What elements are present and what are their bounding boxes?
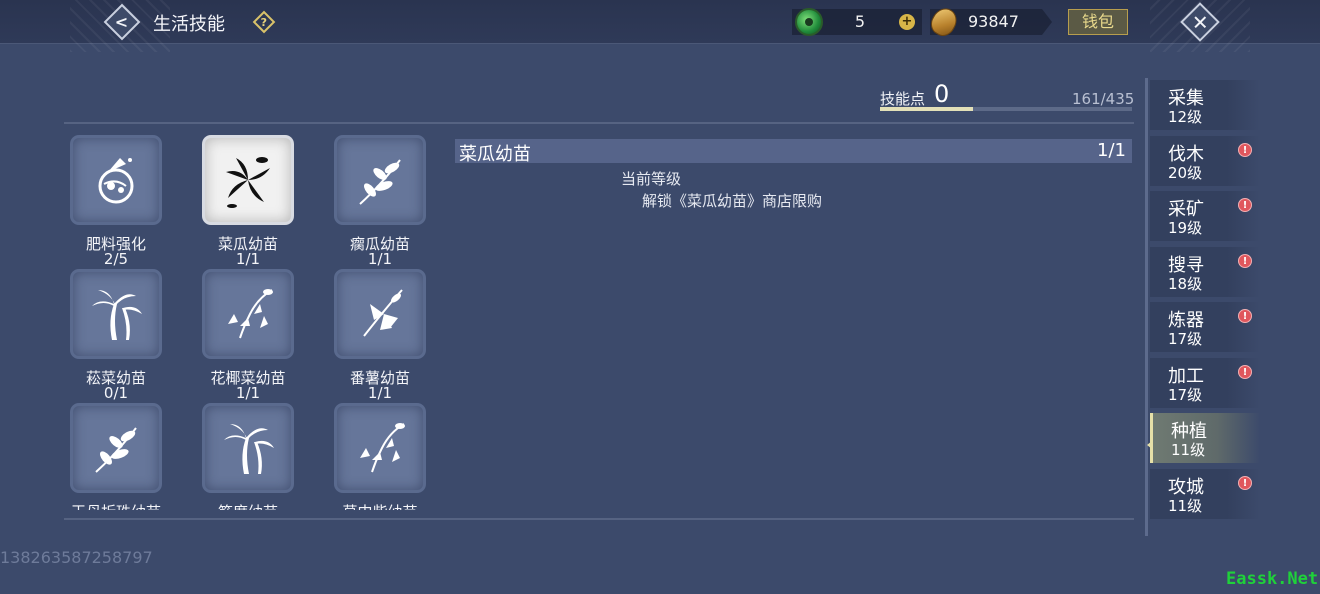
tab-7[interactable]: 攻城 11级!: [1150, 468, 1260, 519]
tab-level: 11级: [1171, 441, 1206, 459]
skill-cell[interactable]: 筋度幼苗: [196, 398, 300, 510]
skill-detail-header: 菜瓜幼苗 1/1: [455, 139, 1132, 165]
palm-tree-icon: [73, 272, 159, 356]
question-mark-icon: ?: [252, 10, 276, 34]
tab-level: 19级: [1168, 219, 1203, 237]
alert-icon: !: [1238, 475, 1252, 490]
current-level-description: 解锁《菜瓜幼苗》商店限购: [642, 192, 823, 210]
tab-4[interactable]: 炼器 17级!: [1150, 302, 1260, 352]
close-icon: ✕: [1180, 2, 1220, 42]
help-button[interactable]: ?: [252, 10, 276, 34]
tab-0[interactable]: 采集 12级: [1150, 80, 1260, 130]
palm-tree-icon: [205, 406, 291, 490]
tab-level: 17级: [1168, 330, 1203, 348]
tab-level: 12级: [1168, 108, 1203, 126]
leafy-branch-icon: [73, 406, 159, 490]
tab-level: 20级: [1168, 163, 1203, 182]
tab-1[interactable]: 伐木 20级!: [1150, 135, 1260, 186]
current-level-label: 当前等级: [621, 170, 682, 188]
skill-cell[interactable]: 肥料强化 2/5: [64, 130, 168, 268]
skill-cell[interactable]: 花椰菜幼苗 1/1: [196, 264, 300, 402]
skill-points-progress-bar: [880, 107, 1132, 111]
black-flower-icon: [205, 138, 291, 222]
page-title: 生活技能: [153, 14, 225, 35]
alert-icon: !: [1238, 198, 1252, 212]
skill-name: 筋度幼苗: [196, 501, 300, 510]
hanging-flowers-icon: [205, 272, 291, 356]
skill-cell[interactable]: 王母折珠幼苗: [64, 398, 168, 510]
divider-bottom: [64, 518, 1134, 520]
alert-icon: !: [1238, 309, 1252, 323]
alert-icon: !: [1238, 364, 1252, 379]
tab-level: 11级: [1168, 496, 1203, 515]
alert-icon: !: [1238, 253, 1252, 268]
skill-points-progress-text: 161/435: [1072, 90, 1135, 108]
add-currency-icon[interactable]: +: [899, 14, 915, 30]
tab-level: 18级: [1168, 274, 1203, 293]
tabs-rail: [1145, 78, 1148, 536]
wallet-button[interactable]: 钱包: [1068, 9, 1128, 35]
skill-cell[interactable]: 草中柴幼苗: [328, 398, 432, 510]
tab-level: 17级: [1168, 385, 1203, 404]
skill-detail-name: 菜瓜幼苗: [459, 144, 531, 165]
back-arrow-icon: <: [103, 3, 141, 41]
tab-5[interactable]: 加工 17级!: [1150, 357, 1260, 408]
skill-name: 草中柴幼苗: [328, 501, 432, 510]
skill-points-label: 技能点: [880, 90, 926, 108]
skill-cell[interactable]: 瘸瓜幼苗 1/1: [328, 130, 432, 268]
divider-top: [64, 122, 1134, 124]
flower-branch-icon: [337, 272, 423, 356]
skill-detail-level: 1/1: [1097, 140, 1126, 161]
fertilizer-bag-icon: [73, 138, 159, 222]
skill-cell[interactable]: 菘菜幼苗 0/1: [64, 264, 168, 402]
jade-coin-icon: [795, 8, 823, 36]
player-id: 138263587258797: [0, 548, 153, 567]
active-tab-pointer-icon: [1147, 441, 1152, 449]
skill-cell[interactable]: 菜瓜幼苗 1/1: [196, 130, 300, 268]
tab-3[interactable]: 搜寻 18级!: [1150, 246, 1260, 297]
back-button[interactable]: <: [103, 3, 141, 41]
alert-icon: !: [1238, 142, 1252, 157]
skill-points-value: 0: [934, 80, 950, 108]
gold-currency-value: 93847: [968, 12, 1019, 31]
top-bar: < 生活技能 ? 5 + 93847 钱包 ✕: [0, 0, 1320, 52]
leafy-branch-icon: [337, 138, 423, 222]
skill-name: 王母折珠幼苗: [64, 501, 168, 510]
hanging-flowers-icon: [337, 406, 423, 490]
watermark: Eassk.Net: [1226, 569, 1319, 589]
close-button[interactable]: ✕: [1180, 2, 1220, 42]
tab-6[interactable]: 种植 11级: [1147, 413, 1260, 463]
skill-points-progress-fill: [880, 107, 974, 111]
tab-2[interactable]: 采矿 19级!: [1150, 191, 1260, 241]
skill-grid: 肥料强化 2/5 菜瓜幼苗 1/1 瘸瓜幼苗 1/1 菘菜幼苗 0/1 花椰菜幼苗 1/1…: [64, 130, 444, 510]
jade-currency-value: 5: [854, 12, 866, 31]
skill-cell[interactable]: 番薯幼苗 1/1: [328, 264, 432, 402]
